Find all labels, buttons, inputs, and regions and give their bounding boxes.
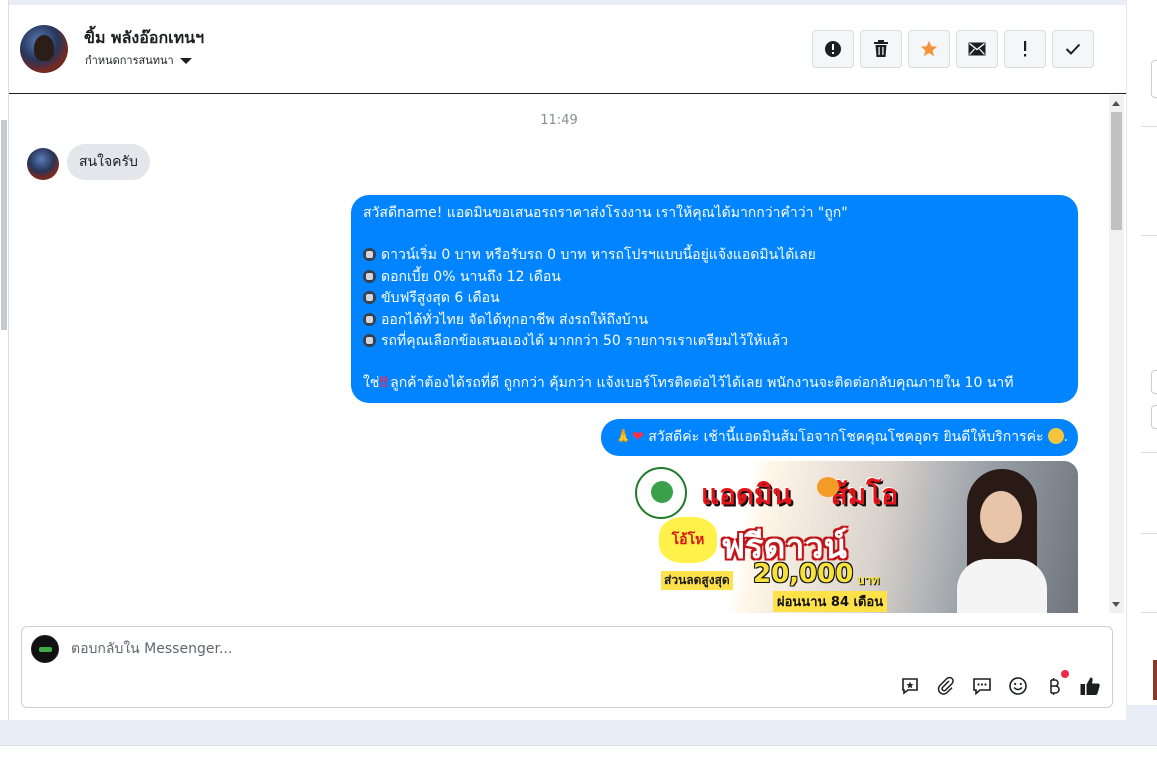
orange-fruit-icon	[817, 477, 839, 497]
reply-input[interactable]	[67, 636, 967, 662]
star-icon	[920, 40, 938, 57]
envelope-icon	[968, 42, 986, 56]
checkmark-icon	[1065, 43, 1081, 55]
pray-emoji-icon: 🙏	[614, 429, 633, 445]
saved-replies-icon	[902, 678, 918, 695]
promo-installment: ผ่อนนาน 84 เดือน	[773, 591, 888, 612]
sidebar-field-fragment[interactable]	[1151, 405, 1157, 429]
delete-button[interactable]	[860, 30, 902, 68]
car-emoji-icon	[363, 312, 376, 326]
offer-bullet: รถที่คุณเลือกข้อเสนอเองได้ มากกว่า 50 รา…	[363, 331, 1066, 352]
sidebar-divider	[1141, 452, 1157, 453]
chevron-down-icon	[179, 58, 192, 64]
contact-name[interactable]: ขิ้ม พลังอ๊อกเทนฯ	[84, 26, 204, 51]
mark-done-button[interactable]	[1052, 30, 1094, 68]
attach-file-button[interactable]	[934, 674, 958, 698]
message-scrollbar[interactable]	[1109, 95, 1124, 613]
left-scrollbar[interactable]	[0, 0, 9, 720]
comment-button[interactable]	[970, 674, 994, 698]
scroll-thumb[interactable]	[1111, 112, 1122, 230]
trash-icon	[874, 40, 888, 57]
outgoing-message-greeting: 🙏❤ สวัสดีค่ะ เช้านี้แอดมินส้มโอจากโชคคุณ…	[600, 419, 1078, 456]
sidebar-divider	[1141, 126, 1157, 127]
conversation-panel: ขิ้ม พลังอ๊อกเทนฯ กำหนดการสนทนา 11:49 สน…	[9, 5, 1126, 720]
contact-avatar[interactable]	[20, 25, 68, 73]
assign-conversation-dropdown[interactable]: กำหนดการสนทนา	[85, 51, 192, 69]
offer-intro: สวัสดีname! แอดมินขอเสนอรถราคาส่งโรงงาน …	[363, 205, 848, 221]
promo-discount-amount: 20,000	[753, 559, 854, 589]
promo-discount-label: ส่วนลดสูงสุด	[661, 571, 733, 590]
heart-emoji-icon: ❤	[632, 429, 644, 445]
sidebar-field-fragment[interactable]	[1151, 370, 1157, 394]
baht-payment-icon	[1050, 678, 1060, 695]
promo-discount-unit: บาท	[857, 573, 880, 587]
car-emoji-icon	[363, 334, 376, 348]
outgoing-message-offer: สวัสดีname! แอดมินขอเสนอรถราคาส่งโรงงาน …	[351, 195, 1078, 403]
offer-bullet: ออกได้ทั่วไทย จัดได้ทุกอาชีพ ส่งรถให้ถึง…	[363, 310, 1066, 331]
promo-burst: โอ้โห	[659, 517, 717, 563]
message-timestamp: 11:49	[540, 113, 578, 128]
sidebar-divider	[1141, 612, 1157, 613]
follow-up-button[interactable]	[1004, 30, 1046, 68]
car-emoji-icon	[363, 291, 376, 305]
promo-image[interactable]: แอดมิน ส้มโอ โอ้โห ฟรีดาวน์ ส่วนลดสูงสุด…	[629, 461, 1078, 613]
car-emoji-icon	[363, 248, 376, 262]
emoji-icon	[1009, 677, 1027, 695]
promo-headline: แอดมิน ส้มโอ	[701, 478, 899, 511]
contact-avatar-small	[27, 148, 59, 180]
assign-label: กำหนดการสนทนา	[85, 54, 174, 67]
promo-model-photo	[947, 469, 1055, 613]
sidebar-input-fragment[interactable]	[1151, 60, 1157, 98]
offer-bullet: ดาวน์เริ่ม 0 บาท หรือรับรถ 0 บาท หารถโปร…	[363, 245, 1066, 266]
emoji-button[interactable]	[1006, 674, 1030, 698]
attach-icon	[937, 676, 954, 695]
like-thumb-icon	[1080, 677, 1100, 695]
left-scroll-thumb[interactable]	[1, 120, 7, 330]
conversation-header: ขิ้ม พลังอ๊อกเทนฯ กำหนดการสนทนา	[9, 5, 1126, 94]
reply-composer	[21, 626, 1113, 708]
page-avatar	[31, 635, 59, 663]
saved-replies-button[interactable]	[898, 674, 922, 698]
star-button[interactable]	[908, 30, 950, 68]
send-like-button[interactable]	[1078, 674, 1102, 698]
sidebar-thumbnail-fragment[interactable]	[1153, 660, 1157, 700]
bottom-bar	[0, 745, 1157, 772]
offer-closing: ใช่‼ ลูกค้าต้องได้รถที่ดี ถูกกว่า คุ้มกว่…	[363, 375, 1014, 392]
notification-dot	[1061, 670, 1069, 678]
car-emoji-icon	[363, 269, 376, 283]
scroll-up-arrow[interactable]	[1112, 101, 1120, 106]
sidebar-divider	[1141, 533, 1157, 534]
offer-bullet: ขับฟรีสูงสุด 6 เดือน	[363, 288, 1066, 309]
incoming-message: สนใจครับ	[67, 144, 150, 180]
offer-bullet: ดอกเบี้ย 0% นานถึง 12 เดือน	[363, 267, 1066, 288]
smiling-hearts-emoji-icon	[1047, 428, 1064, 444]
mark-unread-button[interactable]	[956, 30, 998, 68]
greeting-text: สวัสดีค่ะ เช้านี้แอดมินส้มโอจากโชคคุณโชค…	[648, 429, 1044, 445]
right-sidebar-edge	[1126, 0, 1157, 705]
report-spam-button[interactable]	[812, 30, 854, 68]
exclamation-icon	[1024, 41, 1027, 57]
dealer-logo	[635, 467, 687, 519]
chat-bubble-icon	[973, 678, 991, 696]
sidebar-divider	[1141, 235, 1157, 236]
double-exclamation-icon: ‼	[379, 375, 389, 392]
alert-circle-icon	[825, 41, 841, 57]
scroll-down-arrow[interactable]	[1112, 602, 1120, 607]
